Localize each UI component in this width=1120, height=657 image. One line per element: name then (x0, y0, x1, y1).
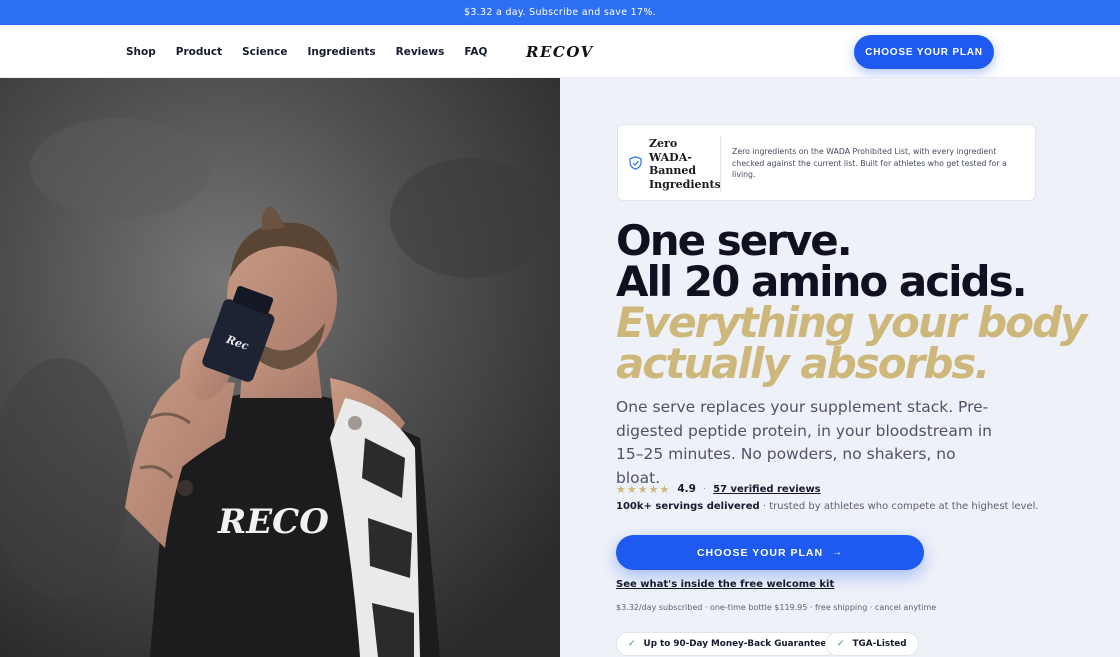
nav-link-product[interactable]: Product (176, 46, 222, 58)
shield-check-icon (629, 156, 642, 170)
rating-row: ★★★★★ 4.9 · 57 verified reviews (616, 481, 821, 497)
tga-listed-badge: ✓ TGA-Listed (825, 632, 919, 656)
rating-score: 4.9 (677, 483, 696, 495)
wada-badge-card: Zero WADA-Banned Ingredients Zero ingred… (617, 124, 1036, 201)
nav-link-ingredients[interactable]: Ingredients (307, 46, 375, 58)
check-icon: ✓ (628, 639, 636, 649)
badge-title: Zero WADA-Banned Ingredients (649, 137, 721, 191)
hero-subtext: One serve replaces your supplement stack… (616, 398, 992, 487)
badge-divider (720, 135, 721, 191)
tga-label: TGA-Listed (852, 639, 907, 649)
headline-accent-line-2: actually absorbs. (616, 339, 990, 388)
nav-link-shop[interactable]: Shop (126, 46, 156, 58)
shirt-logo-text: RECO (217, 502, 329, 542)
guarantee-label: Up to 90-Day Money-Back Guarantee (643, 639, 827, 649)
welcome-kit-link[interactable]: See what's inside the free welcome kit (616, 579, 834, 590)
verified-reviews-link[interactable]: 57 verified reviews (713, 484, 821, 495)
headline-accent: Everything your body actually absorbs. (616, 302, 1096, 385)
badge-description: Zero ingredients on the WADA Prohibited … (732, 147, 1007, 179)
choose-plan-button[interactable]: CHOOSE YOUR PLAN → (616, 535, 924, 570)
servings-delivered: 100k+ servings delivered (616, 501, 760, 512)
hero-content-panel: Zero WADA-Banned Ingredients Zero ingred… (560, 78, 1120, 657)
nav-link-faq[interactable]: FAQ (464, 46, 487, 58)
site-header: Shop Product Science Ingredients Reviews… (0, 25, 1120, 78)
pricing-note: $3.32/day subscribed · one-time bottle $… (616, 603, 937, 612)
headline: One serve. All 20 amino acids. (616, 220, 1086, 303)
nav-link-reviews[interactable]: Reviews (396, 46, 445, 58)
nav-link-science[interactable]: Science (242, 46, 287, 58)
header-choose-plan-button[interactable]: CHOOSE YOUR PLAN (854, 35, 994, 69)
choose-plan-label: CHOOSE YOUR PLAN (696, 546, 824, 559)
hero-image: Rec RECO (0, 78, 560, 657)
money-back-guarantee-badge: ✓ Up to 90-Day Money-Back Guarantee (616, 632, 839, 656)
rating-separator: · (702, 483, 707, 495)
arrow-right-icon: → (832, 547, 844, 558)
athlete-illustration: Rec RECO (0, 78, 560, 657)
main-nav: Shop Product Science Ingredients Reviews… (126, 25, 507, 78)
brand-logo[interactable]: RECOV (526, 42, 594, 62)
promo-text: $3.32 a day. Subscribe and save 17%. (464, 7, 656, 18)
trust-line: 100k+ servings delivered · trusted by at… (616, 501, 1039, 512)
promo-bar[interactable]: $3.32 a day. Subscribe and save 17%. (0, 0, 1120, 25)
check-icon: ✓ (837, 639, 845, 649)
trust-text: · trusted by athletes who compete at the… (759, 501, 1039, 512)
logo-wordmark: RECOV (526, 43, 594, 61)
star-rating-icon: ★★★★★ (616, 482, 671, 496)
